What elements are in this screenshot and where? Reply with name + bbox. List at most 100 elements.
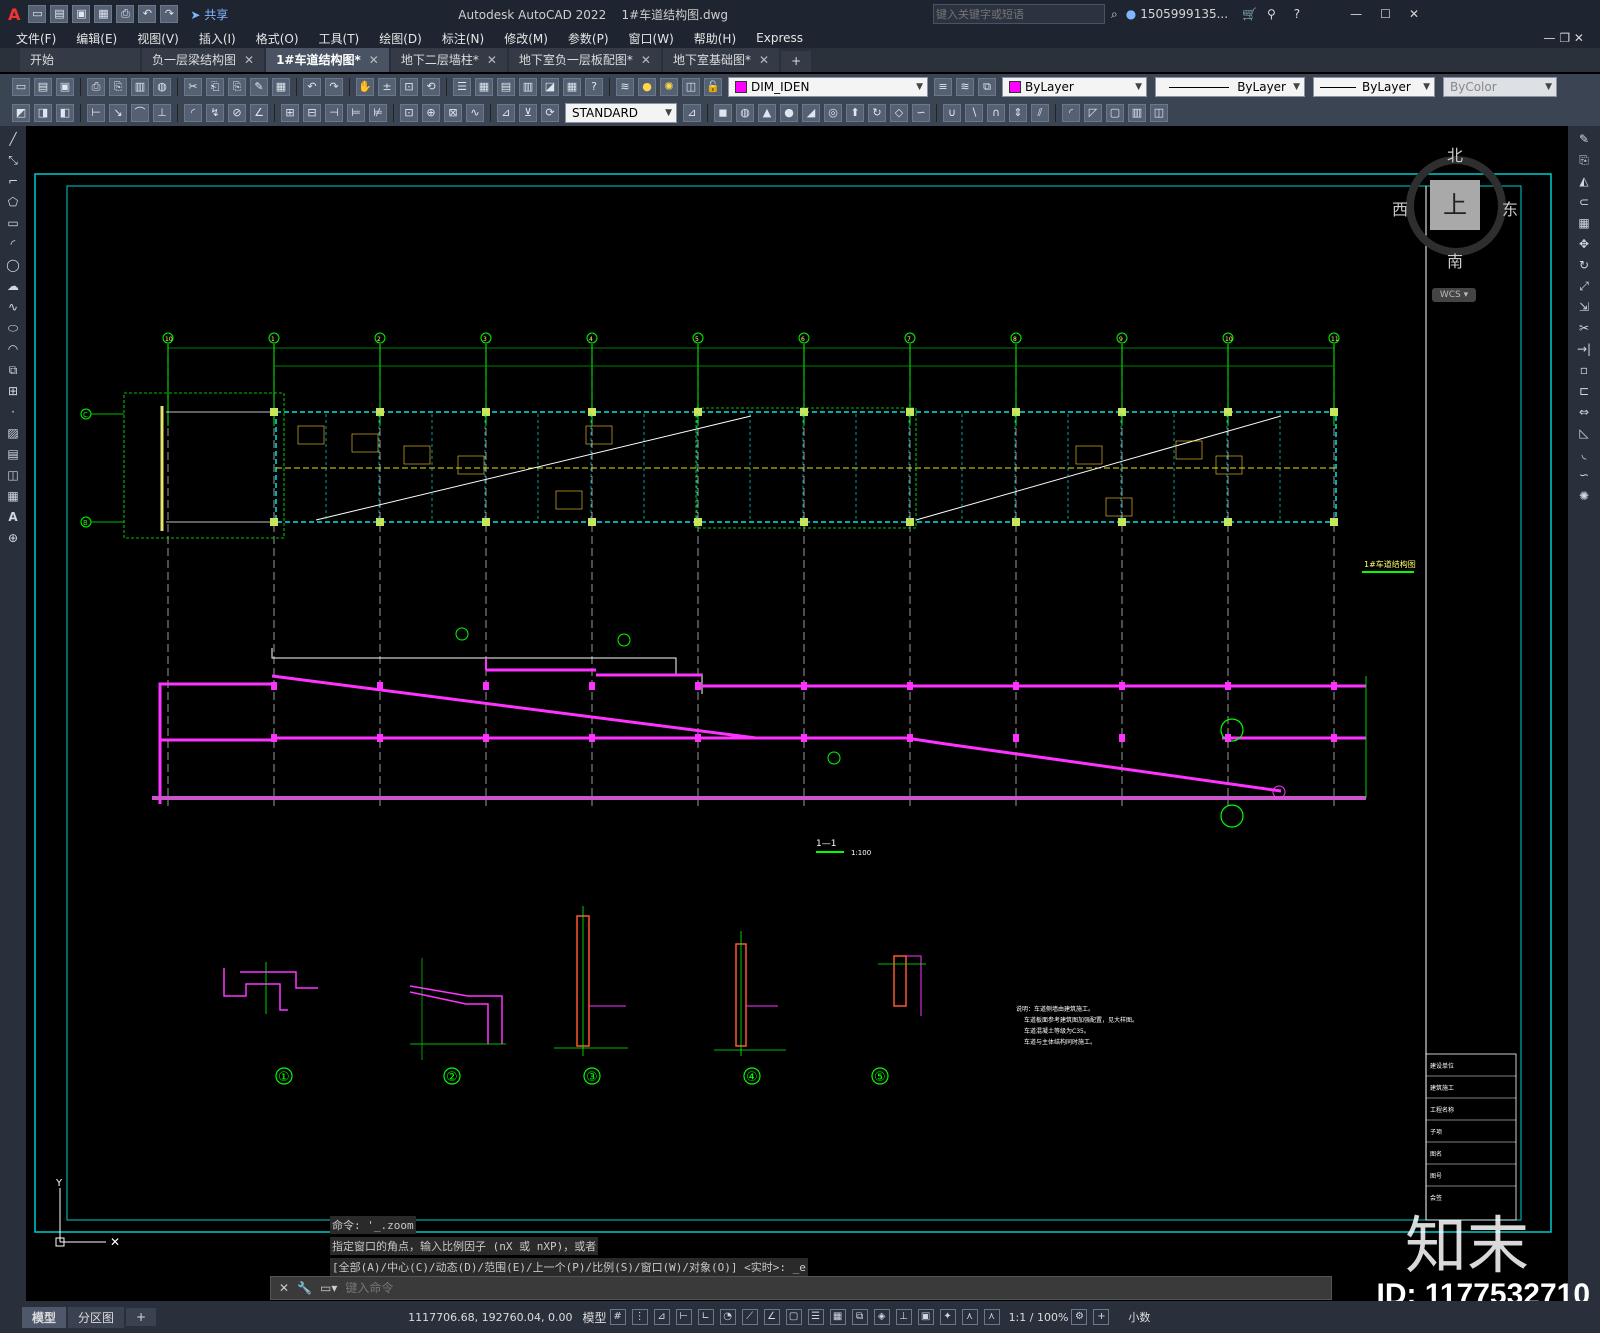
join-icon[interactable]: ⇔ [1576,404,1592,420]
polyline-icon[interactable]: ⌐ [5,173,21,189]
fillet-edge-icon[interactable]: ◜ [1062,104,1080,122]
array-icon[interactable]: ▦ [1576,215,1592,231]
revolve-icon[interactable]: ↻ [868,104,886,122]
region-icon[interactable]: ◫ [5,467,21,483]
break-point-icon[interactable]: ▫ [1576,362,1592,378]
thicken-icon[interactable]: ▥ [1128,104,1146,122]
workspace-icon[interactable]: ⚙ [1071,1309,1088,1325]
radius-icon[interactable]: ◜ [184,104,202,122]
annotation-visibility-icon[interactable]: ⋏ [961,1309,978,1325]
blend-icon[interactable]: ∽ [1576,467,1592,483]
point-icon[interactable]: · [5,404,21,420]
dim-style-icon[interactable]: ⊿ [683,104,701,122]
arc-icon[interactable]: ◜ [5,236,21,252]
tab-ramp-structure[interactable]: 1#车道结构图* ✕ [266,48,389,72]
tab-foundation[interactable]: 地下室基础图* ✕ [662,48,780,72]
tool-b-icon[interactable]: ◨ [34,104,52,122]
user-name[interactable]: 1505999135... [1140,7,1228,21]
customize-icon[interactable]: 🔧 [297,1281,312,1295]
tab-b1-slab[interactable]: 地下室负一层板配图* ✕ [508,48,661,72]
explode-icon[interactable]: ✺ [1576,488,1592,504]
compass-east[interactable]: 东 [1502,196,1518,220]
dynamic-input-icon[interactable]: ⊢ [675,1309,692,1325]
aligned-dim-icon[interactable]: ↘ [109,104,127,122]
osnap-icon[interactable]: ▢ [785,1309,802,1325]
compass-north[interactable]: 北 [1447,142,1463,166]
menu-file[interactable]: 文件(F) [16,30,56,47]
inspect-icon[interactable]: ⊠ [444,104,462,122]
close-tab-icon[interactable]: ✕ [641,53,651,67]
line-icon[interactable]: ╱ [5,131,21,147]
search-icon[interactable]: ⌕ [1111,7,1118,22]
drawing-canvas[interactable]: 建设单位 建筑施工 工程名称 子项 图名 图号 会签 10 1 2 3 4 5 6 7 8 9 10… [26,126,1568,1301]
menu-edit[interactable]: 编辑(E) [76,30,117,47]
tool-palettes-icon[interactable]: ▤ [497,78,515,96]
circle-icon[interactable]: ◯ [5,257,21,273]
extrude-icon[interactable]: ⬆ [846,104,864,122]
hatch-icon[interactable]: ▨ [5,425,21,441]
open-file-icon[interactable]: ▤ [50,5,69,23]
menu-format[interactable]: 格式(O) [256,30,299,47]
units[interactable]: 小数 [1128,1309,1150,1325]
redo-icon[interactable]: ↷ [325,78,343,96]
linear-dim-icon[interactable]: ⊢ [87,104,105,122]
jogged-icon[interactable]: ↯ [206,104,224,122]
isodraft-icon[interactable]: ⟋ [741,1309,758,1325]
match-prop-icon[interactable]: ✎ [250,78,268,96]
selection-filter-icon[interactable]: ▣ [917,1309,934,1325]
snap-icon[interactable]: ⋮ [631,1309,648,1325]
erase-icon[interactable]: ✎ [1576,131,1592,147]
linetype-dropdown[interactable]: ByLayer ▼ [1155,77,1305,97]
break-icon[interactable]: ⊭ [369,104,387,122]
extend-icon[interactable]: →| [1576,341,1592,357]
tool-c-icon[interactable]: ◧ [56,104,74,122]
undo-icon[interactable]: ↶ [138,5,157,23]
lock-icon[interactable]: 🔓 [704,78,722,96]
doc-window-controls[interactable]: — ❐ ✕ [1544,31,1584,45]
continue-icon[interactable]: ⊣ [325,104,343,122]
new-file-icon[interactable]: ▭ [28,5,47,23]
annotation-scale[interactable]: 1:1 / 100% [1009,1311,1069,1324]
viewport-freeze-icon[interactable]: ◫ [682,78,700,96]
gradient-icon[interactable]: ▤ [5,446,21,462]
command-prompt-icon[interactable]: ▭▾ [320,1281,337,1295]
dynamic-ucs-icon[interactable]: ⊥ [895,1309,912,1325]
layer-manager-icon[interactable]: ≋ [616,78,634,96]
sphere-icon[interactable]: ● [780,104,798,122]
dim-text-edit-icon[interactable]: ⊻ [519,104,537,122]
minimize-button[interactable]: — [1350,7,1362,21]
wedge-icon[interactable]: ◢ [802,104,820,122]
cart-icon[interactable]: 🛒 [1242,7,1257,21]
redo-icon[interactable]: ↷ [160,5,179,23]
close-tab-icon[interactable]: ✕ [244,53,254,67]
tab-b2-walls[interactable]: 地下二层墙柱* ✕ [390,48,507,72]
ellipse-arc-icon[interactable]: ◠ [5,341,21,357]
color-dropdown[interactable]: ByLayer ▼ [1002,77,1147,97]
help-icon[interactable]: ? [585,78,603,96]
union-icon[interactable]: ∪ [943,104,961,122]
layer-previous-icon[interactable]: ≋ [956,78,974,96]
cylinder-icon[interactable]: ◍ [736,104,754,122]
rotate-icon[interactable]: ↻ [1576,257,1592,273]
paste-icon[interactable]: ⎘ [228,78,246,96]
mirror-icon[interactable]: ◭ [1576,173,1592,189]
loft-icon[interactable]: ◇ [890,104,908,122]
torus-icon[interactable]: ◎ [824,104,842,122]
menu-insert[interactable]: 插入(I) [199,30,236,47]
mtext-icon[interactable]: A [5,509,21,525]
maximize-button[interactable]: ☐ [1380,7,1391,21]
close-button[interactable]: ✕ [1409,7,1419,21]
app-logo[interactable]: A [8,5,20,24]
table-icon[interactable]: ▦ [5,488,21,504]
lineweight-dropdown[interactable]: ByLayer ▼ [1313,77,1435,97]
angular-icon[interactable]: ∠ [250,104,268,122]
ortho-icon[interactable]: ∟ [697,1309,714,1325]
share-button[interactable]: ➤ 共享 [190,6,228,23]
jogged-linear-icon[interactable]: ∿ [466,104,484,122]
fillet-icon[interactable]: ◟ [1576,446,1592,462]
chamfer-icon[interactable]: ◺ [1576,425,1592,441]
markup-icon[interactable]: ◪ [541,78,559,96]
new-icon[interactable]: ▭ [12,78,30,96]
viewcube-top-face[interactable]: 上 [1430,180,1480,230]
transparency-icon[interactable]: ▦ [829,1309,846,1325]
